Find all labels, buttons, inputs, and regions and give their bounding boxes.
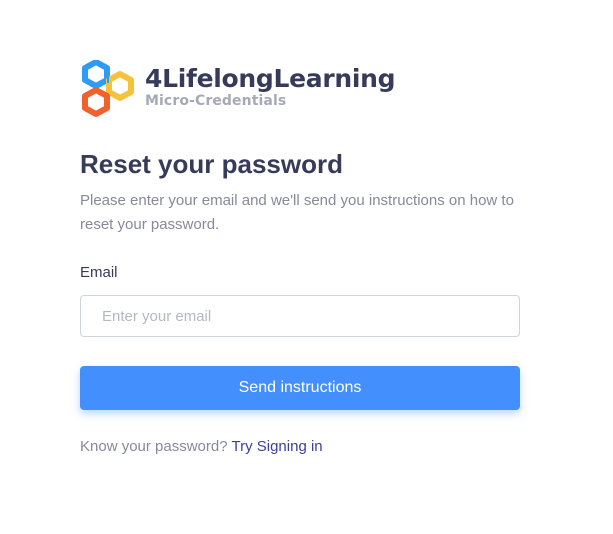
try-signing-in-link[interactable]: Try Signing in <box>231 438 322 455</box>
brand-name: 4LifelongLearning <box>145 64 396 93</box>
send-instructions-button[interactable]: Send instructions <box>80 366 520 410</box>
reset-password-page: 4LifelongLearning Micro-Credentials Rese… <box>0 0 613 534</box>
hexagon-links-logo-icon <box>82 60 134 117</box>
brand-tagline: Micro-Credentials <box>145 93 287 109</box>
email-field[interactable] <box>80 295 520 337</box>
brand-text: 4LifelongLearning Micro-Credentials <box>145 64 396 110</box>
page-description: Please enter your email and we'll send y… <box>80 192 514 233</box>
page-title: Reset your password <box>80 149 343 179</box>
brand-logo: 4LifelongLearning Micro-Credentials <box>80 60 396 122</box>
signin-prompt-row: Know your password? Try Signing in <box>80 436 323 458</box>
signin-prompt-text: Know your password? <box>80 438 228 455</box>
email-label: Email <box>80 264 118 281</box>
